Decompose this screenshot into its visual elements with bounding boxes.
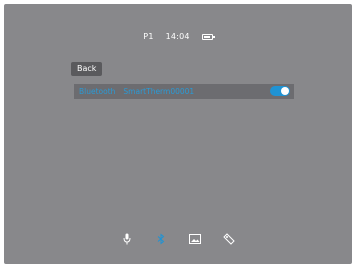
clock: 14:04 bbox=[165, 32, 190, 41]
bluetooth-device-row[interactable]: Bluetooth SmartTherm00001 bbox=[74, 84, 294, 99]
device-name: SmartTherm00001 bbox=[123, 87, 195, 96]
tag-icon[interactable] bbox=[223, 233, 235, 245]
bottom-toolbar bbox=[4, 233, 352, 245]
image-icon[interactable] bbox=[189, 233, 201, 245]
status-bar: P1 14:04 bbox=[4, 32, 352, 41]
battery-icon bbox=[201, 33, 215, 40]
back-button[interactable]: Back bbox=[71, 62, 103, 76]
bluetooth-icon[interactable] bbox=[155, 233, 167, 245]
toggle-knob bbox=[281, 87, 289, 95]
bluetooth-toggle[interactable] bbox=[270, 86, 290, 96]
device-screen: P1 14:04 Back Bluetooth SmartTherm00001 bbox=[4, 4, 352, 264]
microphone-icon[interactable] bbox=[121, 233, 133, 245]
profile-indicator: P1 bbox=[143, 32, 154, 41]
bluetooth-label: Bluetooth bbox=[79, 87, 116, 96]
